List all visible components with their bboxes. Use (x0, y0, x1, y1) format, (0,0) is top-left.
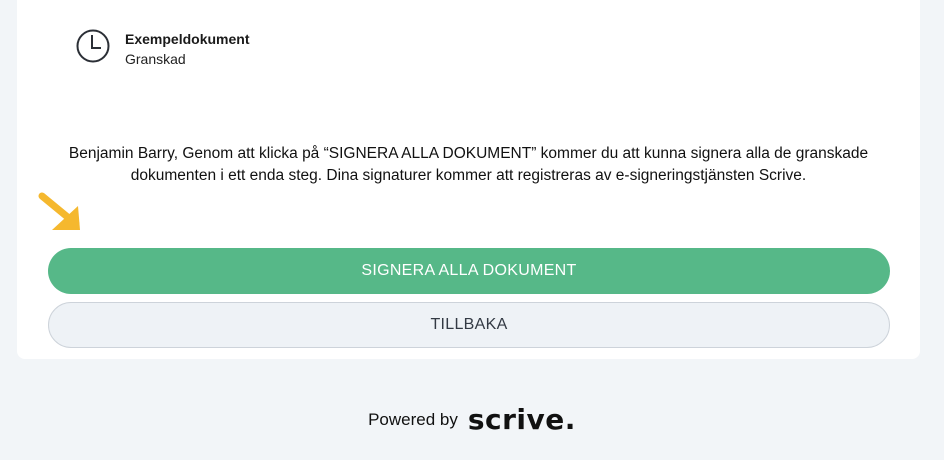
document-title: Exempeldokument (125, 31, 250, 47)
document-item: Exempeldokument Granskad (75, 28, 249, 70)
footer: Powered by scrive. (0, 406, 944, 434)
clock-icon (76, 29, 110, 63)
signing-info-text: Benjamin Barry, Genom att klicka på “SIG… (68, 145, 869, 184)
scrive-logo: scrive. (467, 403, 576, 436)
signing-card: Exempeldokument Granskad Benjamin Barry,… (17, 0, 920, 359)
sign-all-documents-button[interactable]: SIGNERA ALLA DOKUMENT (48, 248, 890, 294)
back-button[interactable]: TILLBAKA (48, 302, 890, 348)
pointer-arrow-icon (38, 192, 80, 230)
powered-by-label: Powered by (368, 410, 458, 429)
document-status: Granskad (125, 51, 186, 67)
